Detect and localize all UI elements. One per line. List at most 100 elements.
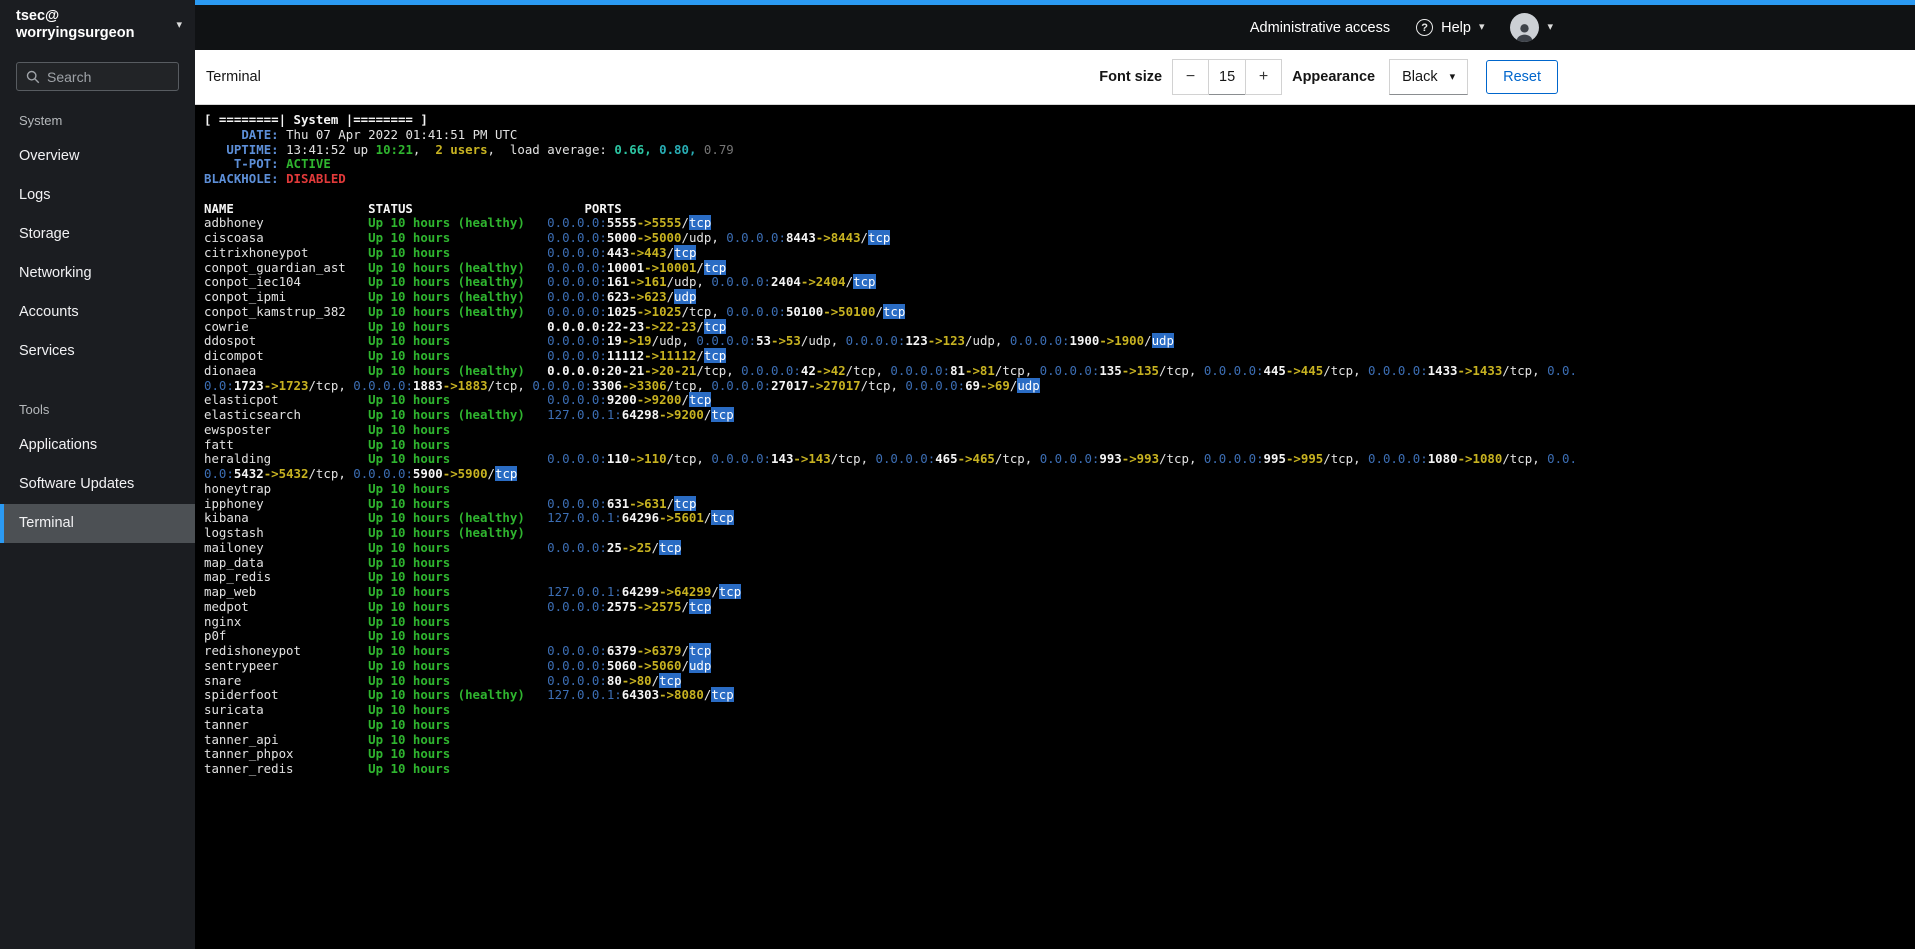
terminal-text: sentrypeer [204, 657, 369, 673]
terminal-text: / [487, 466, 495, 481]
terminal-text: udp [972, 333, 995, 349]
terminal-text: 161 [606, 274, 630, 290]
terminal-text: snare [204, 672, 369, 688]
terminal-line: conpot_ipmi Up 10 hours (healthy) 0.0.0.… [204, 289, 1580, 305]
chevron-down-icon: ▾ [1547, 21, 1553, 33]
terminal-text: tcp [1002, 451, 1025, 467]
sidebar-item-services[interactable]: Services [0, 332, 195, 371]
terminal-text: Up 10 hours [368, 451, 548, 467]
sidebar-item-accounts[interactable]: Accounts [0, 293, 195, 332]
terminal-text: udp [674, 274, 697, 290]
sidebar-item-overview[interactable]: Overview [0, 137, 195, 176]
terminal-text: map_redis [204, 569, 369, 585]
terminal-text: ->9200 [636, 392, 682, 408]
terminal-text: 0.0.0.0: [711, 377, 772, 393]
terminal-text: / [696, 362, 704, 378]
sidebar-search [16, 62, 179, 91]
terminal-text: ->22-23 [644, 318, 697, 334]
terminal-text: 127.0.0.1: [547, 687, 622, 703]
sidebar-item-terminal[interactable]: Terminal [0, 504, 195, 543]
terminal-text: 127.0.0.1: [547, 584, 622, 599]
chevron-down-icon: ▾ [1449, 70, 1456, 83]
chevron-down-icon: ▾ [176, 18, 182, 31]
font-size-increase-button[interactable]: + [1245, 59, 1283, 95]
terminal-text: tcp [711, 687, 734, 703]
terminal-line: fatt Up 10 hours [204, 437, 1580, 453]
appearance-label: Appearance [1292, 69, 1376, 85]
terminal-line: citrixhoneypot Up 10 hours 0.0.0.0:443->… [204, 244, 1580, 261]
terminal-text: ->1025 [636, 303, 682, 319]
terminal-text: Up 10 hours [368, 333, 548, 349]
terminal-text: ->2575 [636, 598, 682, 614]
appearance-select[interactable]: Black ▾ [1389, 59, 1469, 95]
terminal-text: conpot_guardian_ast [204, 259, 369, 275]
terminal-text: Up 10 hours (healthy) [368, 362, 548, 378]
terminal-text: , [1353, 451, 1369, 467]
toolbar-controls: Font size − 15 + Appearance Black ▾ Rese… [1099, 59, 1558, 95]
terminal-text: tcp [1330, 362, 1354, 378]
terminal-area[interactable]: [ ========| System |======== ] DATE: Thu… [195, 105, 1915, 949]
terminal-text: / [666, 451, 675, 467]
chevron-down-icon: ▾ [1478, 21, 1485, 33]
terminal-line: redishoneypot Up 10 hours 0.0.0.0:6379->… [204, 643, 1580, 659]
sidebar-item-software-updates[interactable]: Software Updates [0, 465, 195, 504]
terminal-text: tcp [688, 643, 712, 658]
reset-button[interactable]: Reset [1486, 60, 1558, 94]
sidebar-item-applications[interactable]: Applications [0, 426, 195, 465]
help-menu-button[interactable]: ? Help ▾ [1416, 19, 1484, 36]
font-size-decrease-button[interactable]: − [1172, 59, 1210, 95]
terminal-text: 0.0.0.0: [547, 451, 607, 467]
terminal-text: 0.0.0.0: [547, 495, 607, 511]
sidebar-nav: System Overview Logs Storage Networking Accou… [0, 113, 195, 543]
terminal-text: , [726, 362, 742, 378]
terminal-text: tcp [674, 451, 697, 467]
user-label: tsec@ worryingsurgeon [16, 8, 176, 42]
terminal-line: ipphoney Up 10 hours 0.0.0.0:631->631/tc… [204, 495, 1580, 512]
terminal-text: tcp [703, 348, 727, 363]
terminal-text: tcp [1166, 362, 1189, 378]
terminal-line: tanner_redis Up 10 hours [204, 761, 1580, 777]
terminal-text: 27017 [771, 377, 809, 393]
sidebar-item-storage[interactable]: Storage [0, 215, 195, 254]
terminal-text: 127.0.0.1: [547, 510, 622, 526]
user-menu[interactable]: tsec@ worryingsurgeon ▾ [0, 0, 195, 50]
page-title: Terminal [206, 69, 261, 85]
terminal-text: ->20-21 [644, 362, 697, 378]
terminal-text: ->631 [629, 495, 667, 511]
terminal-text: 0.0.0.0: [547, 539, 607, 555]
terminal-text: DISABLED [286, 171, 346, 186]
terminal-text: 110 [606, 451, 630, 467]
terminal-text: Up 10 hours [368, 348, 548, 363]
terminal-text: 465 [935, 451, 958, 467]
terminal-text: ACTIVE [286, 156, 331, 172]
search-input[interactable] [47, 68, 169, 85]
terminal-text: 0.0.0.0: [711, 451, 772, 467]
terminal-text: 1723 [233, 377, 264, 393]
terminal-text: 64299 [621, 584, 660, 599]
terminal-text: 443 [606, 244, 630, 260]
terminal-text: 0.0.0.0: [845, 333, 906, 349]
terminal-text: , [1024, 451, 1040, 467]
sidebar-item-logs[interactable]: Logs [0, 176, 195, 215]
terminal-text: ->3306 [621, 377, 667, 393]
terminal-text: , [890, 377, 906, 393]
terminal-text: ->27017 [808, 377, 861, 393]
terminal-line: NAME STATUS PORTS [204, 201, 1580, 217]
terminal-text: 81 [950, 362, 966, 378]
terminal-text: 123 [905, 333, 928, 349]
terminal-text: 445 [1263, 362, 1286, 378]
sidebar-item-networking[interactable]: Networking [0, 254, 195, 293]
terminal-text: ->135 [1121, 362, 1160, 378]
terminal-text: DATE: [204, 126, 279, 142]
terminal-text: ->8443 [815, 230, 861, 245]
terminal-text: 13:41:52 up [286, 141, 376, 157]
terminal-line: suricata Up 10 hours [204, 702, 1580, 718]
terminal-text: / [711, 584, 719, 599]
terminal-text: tcp [853, 274, 876, 290]
session-menu-button[interactable]: ▾ [1510, 13, 1553, 42]
terminal-text: Up 10 hours [368, 495, 548, 511]
terminal-text: cowrie [204, 318, 369, 334]
terminal-text: udp [1151, 333, 1174, 349]
question-circle-icon: ? [1416, 19, 1434, 36]
administrative-access-button[interactable]: Administrative access [1250, 20, 1390, 36]
